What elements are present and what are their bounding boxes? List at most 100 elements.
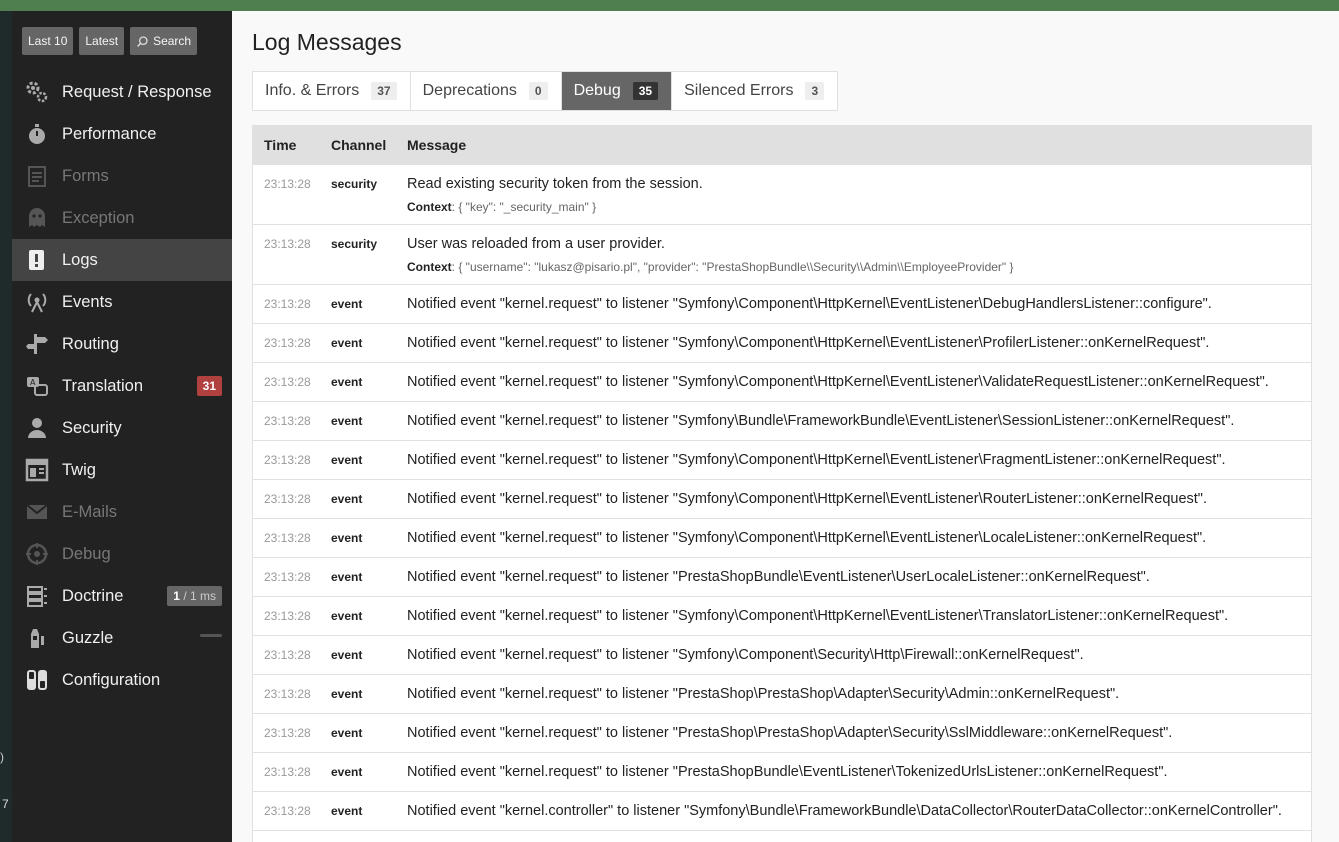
doctrine-query-count: 1 [173,589,180,603]
row-time: 23:13:28 [264,765,311,779]
sidebar-item-doctrine[interactable]: Doctrine 1 / 1 ms [12,575,232,617]
tab-debug[interactable]: Debug 35 [561,72,673,110]
sidebar-item-label: Security [62,418,122,437]
row-channel: event [331,336,363,350]
table-row: 23:13:28eventNotified event "kernel.cont… [253,791,1311,830]
row-message: Notified event "kernel.request" to liste… [407,647,1084,663]
row-channel: event [331,609,363,623]
row-message-cell: Notified event "kernel.request" to liste… [407,452,1311,468]
events-icon [25,290,49,314]
row-message: Notified event "kernel.request" to liste… [407,296,1212,312]
row-channel: event [331,492,363,506]
sidebar-item-routing[interactable]: Routing [12,323,232,365]
main-content: Log Messages Info. & Errors 37 Deprecati… [252,11,1312,842]
row-message: Notified event "kernel.request" to liste… [407,413,1235,429]
page-title: Log Messages [252,29,402,55]
row-context: Context: { "username": "lukasz@pisario.p… [407,260,1311,274]
sidebar-item-forms[interactable]: Forms [12,155,232,197]
row-message-cell: Notified event "kernel.request" to liste… [407,686,1311,702]
header-time[interactable]: Time [253,137,331,153]
table-row: 23:13:28 event Notified event "kernel.requ… [253,401,1311,440]
window-left-edge: ) 7 [0,0,12,842]
sidebar-item-label: Doctrine [62,586,124,605]
sidebar-item-performance[interactable]: Performance [12,113,232,155]
row-message: Read existing security token from the se… [407,176,703,192]
row-message-cell: Notified event "kernel.request" to liste… [407,764,1311,780]
sidebar-item-logs[interactable]: Logs [12,239,232,281]
row-time: 23:13:28 [264,804,311,818]
row-time: 23:13:28 [264,609,311,623]
form-icon [25,164,49,188]
translation-count-badge: 31 [196,376,222,396]
sidebar-item-label: Exception [62,208,135,227]
table-row: 23:13:28 event Notified event "kernel.requ… [253,323,1311,362]
user-icon [25,416,49,440]
header-channel[interactable]: Channel [331,137,407,153]
row-message-cell: Notified event "kernel.request" to liste… [407,569,1311,585]
search-icon [137,35,148,47]
sidebar-item-twig[interactable]: Twig [12,449,232,491]
sidebar-item-label: Forms [62,166,109,185]
table-row: 23:13:28 security Read existing security t… [253,164,1311,224]
sidebar-item-emails[interactable]: E-Mails [12,491,232,533]
row-channel: event [331,375,363,389]
row-message-cell: Notified event "kernel.request" to liste… [407,413,1311,429]
row-channel: event [331,726,363,740]
edge-glyph: 7 [2,797,9,811]
sidebar-item-debug[interactable]: Debug [12,533,232,575]
context-value: : { "username": "lukasz@pisario.pl", "pr… [451,260,1014,274]
crosshair-icon [25,542,49,566]
last-10-button[interactable]: Last 10 [22,27,74,55]
row-message: Notified event "kernel.request" to liste… [407,335,1210,351]
row-message: Notified event "kernel.request" to liste… [407,764,1168,780]
row-time: 23:13:28 [264,297,311,311]
sidebar-item-label: Configuration [62,670,161,689]
sidebar-item-request-response[interactable]: Request / Response [12,71,232,113]
sidebar-item-guzzle[interactable]: Guzzle [12,617,232,659]
tab-count-badge: 3 [805,82,825,100]
tab-info-errors[interactable]: Info. & Errors 37 [253,72,411,110]
row-message-cell: Notified event "kernel.request" to liste… [407,491,1311,507]
sidebar-item-security[interactable]: Security [12,407,232,449]
table-row: 23:13:28 event Notified event "kernel.requ… [253,284,1311,323]
tab-count-badge: 0 [528,82,548,100]
search-button[interactable]: Search [130,27,198,55]
mail-icon [25,500,49,524]
sidebar-item-label: Request / Response [62,82,212,101]
translation-icon: A [25,374,49,398]
row-message: Notified event "kernel.request" to liste… [407,686,1120,702]
row-channel: event [331,765,363,779]
table-body: 23:13:28 security Read existing security t… [253,164,1311,842]
row-time: 23:13:28 [264,492,311,506]
row-message: Notified event "kernel.request" to liste… [407,530,1207,546]
row-channel: security [331,237,378,251]
sidebar-item-label: Debug [62,544,111,563]
sidebar-item-translation[interactable]: A Translation 31 [12,365,232,407]
tab-label: Info. & Errors [265,82,360,99]
edge-glyph: ) [0,750,4,764]
row-message-cell: Notified event "kernel.request" to liste… [407,608,1311,624]
sidebar-item-label: Logs [62,250,98,269]
tab-count-badge: 37 [371,82,397,100]
row-message-cell: Notified event "kernel.request" to liste… [407,296,1311,312]
latest-button[interactable]: Latest [79,27,125,55]
sidebar: Last 10 Latest Search Request / Response… [12,11,232,842]
row-context: Context: { "key": "_security_main" } [407,200,1311,214]
row-channel: event [331,297,363,311]
tab-deprecations[interactable]: Deprecations 0 [411,72,562,110]
sidebar-item-configuration[interactable]: Configuration [12,659,232,701]
row-message: Notified event "kernel.request" to liste… [407,374,1269,390]
row-message: Notified event "kernel.request" to liste… [407,491,1207,507]
context-value: : { "key": "_security_main" } [451,200,597,214]
sidebar-item-exception[interactable]: Exception [12,197,232,239]
sidebar-item-events[interactable]: Events [12,281,232,323]
row-channel: event [331,414,363,428]
tab-label: Debug [573,82,621,99]
table-row: 23:13:28eventNotified event "kernel.cont… [253,830,1311,842]
row-message: Notified event "kernel.request" to liste… [407,608,1229,624]
row-channel: event [331,804,363,818]
tab-silenced-errors[interactable]: Silenced Errors 3 [672,72,837,110]
table-header: Time Channel Message [253,126,1311,164]
table-row: 23:13:28 event Notified event "kernel.requ… [253,596,1311,635]
row-time: 23:13:28 [264,570,311,584]
